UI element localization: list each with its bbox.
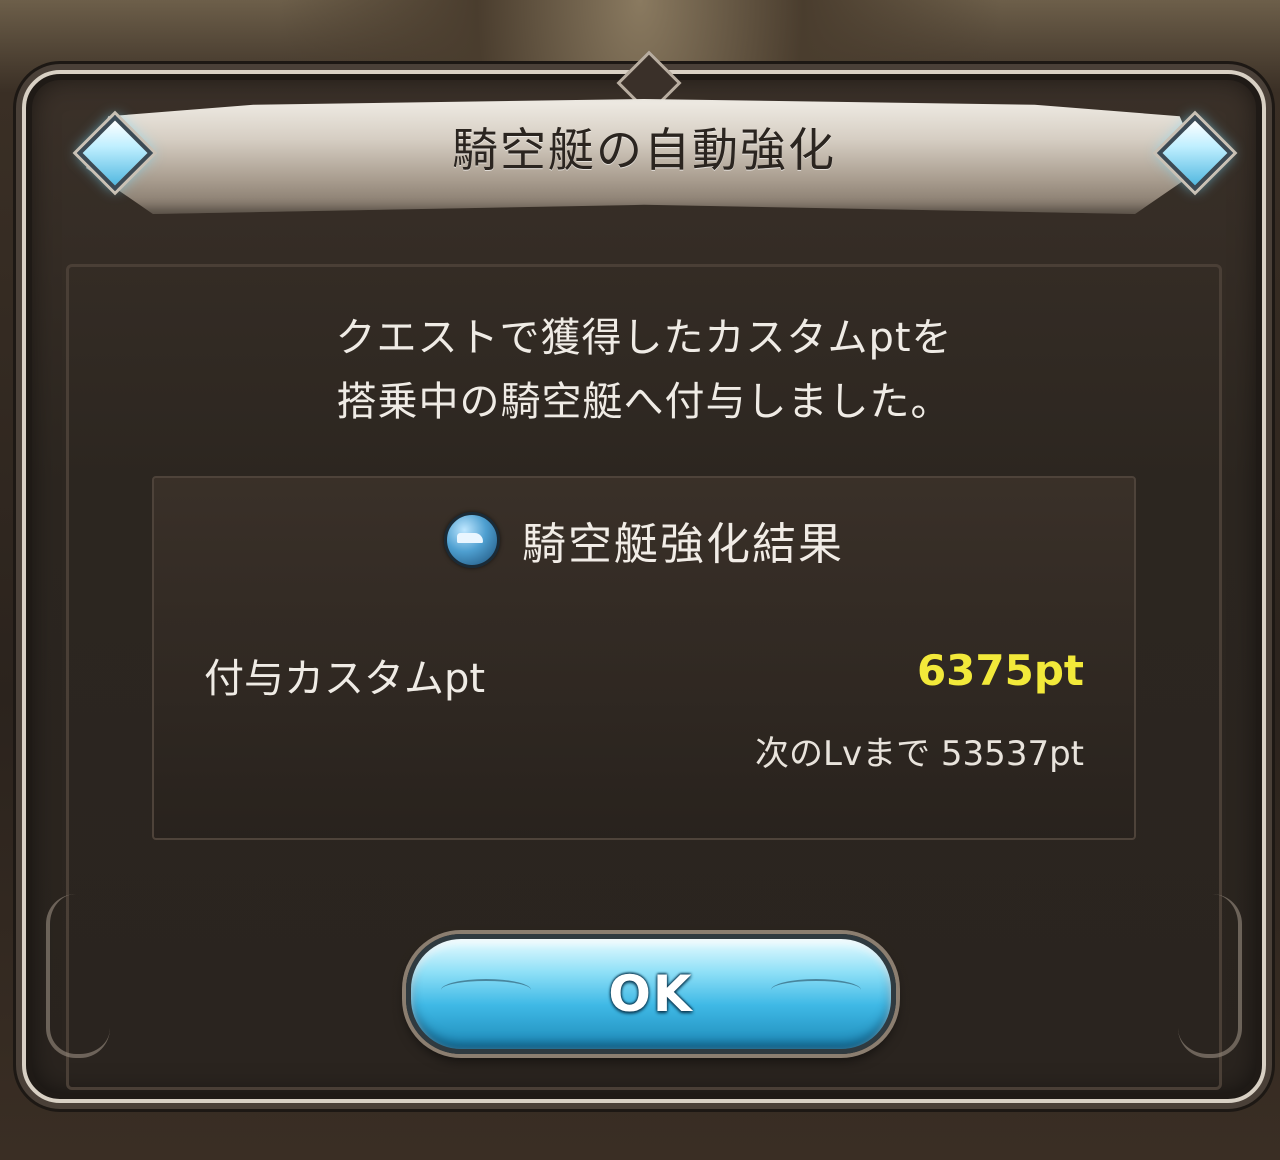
granted-pt-label: 付与カスタムpt	[204, 656, 486, 702]
dialog-message: クエストで獲得したカスタムptを 搭乗中の騎空艇へ付与しました。	[26, 306, 1262, 434]
swirl-ornament	[441, 979, 531, 1001]
corner-ornament	[46, 894, 110, 1058]
result-title: 騎空艇強化結果	[522, 519, 844, 570]
dialog-title: 騎空艇の自動強化	[452, 123, 836, 177]
airship-auto-enhance-dialog: 騎空艇の自動強化 クエストで獲得したカスタムptを 搭乗中の騎空艇へ付与しました…	[22, 50, 1266, 1103]
swirl-ornament	[771, 979, 861, 1001]
ok-button[interactable]: OK	[406, 934, 896, 1054]
airship-icon	[444, 512, 500, 568]
message-line-2: 搭乗中の騎空艇へ付与しました。	[336, 379, 952, 425]
corner-ornament	[1178, 894, 1242, 1058]
ok-button-label: OK	[608, 965, 694, 1023]
result-header: 騎空艇強化結果	[154, 508, 1134, 572]
granted-pt-value: 6375pt	[916, 646, 1084, 695]
next-level-remaining: 次のLvまで 53537pt	[755, 734, 1084, 774]
message-line-1: クエストで獲得したカスタムptを	[335, 315, 953, 361]
enhance-result-panel: 騎空艇強化結果 付与カスタムpt 6375pt 次のLvまで 53537pt	[152, 476, 1136, 840]
